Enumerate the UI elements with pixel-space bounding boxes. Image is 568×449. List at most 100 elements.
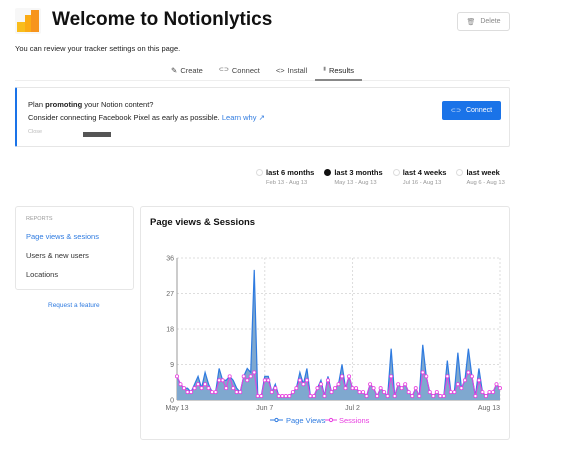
sessions-point	[174, 374, 179, 379]
sessions-point	[476, 378, 481, 383]
x-tick-label: May 13	[166, 405, 189, 412]
sessions-point	[361, 390, 366, 395]
sessions-point	[280, 394, 285, 399]
sessions-point	[497, 386, 502, 391]
sessions-point	[368, 382, 373, 387]
sessions-point	[354, 386, 359, 391]
sessions-point	[269, 390, 274, 395]
sessions-point	[224, 386, 229, 391]
sessions-point	[494, 382, 499, 387]
sessions-point	[290, 390, 295, 395]
sessions-point	[413, 386, 418, 391]
sessions-point	[473, 394, 478, 399]
sessions-point	[213, 390, 218, 395]
sessions-point	[487, 390, 492, 395]
sessions-point	[441, 394, 446, 399]
sessions-point	[417, 394, 422, 399]
x-tick-label: Jun 7	[256, 405, 273, 412]
sessions-point	[462, 378, 467, 383]
sessions-point	[283, 394, 288, 399]
sessions-point	[308, 394, 313, 399]
sessions-point	[297, 378, 302, 383]
sessions-point	[196, 382, 201, 387]
sessions-point	[364, 394, 369, 399]
sessions-point	[273, 386, 278, 391]
sessions-point	[231, 386, 236, 391]
legend-sessions-marker	[328, 417, 334, 423]
sessions-point	[336, 382, 341, 387]
sessions-point	[266, 378, 271, 383]
sessions-point	[252, 370, 257, 375]
sessions-point	[255, 394, 260, 399]
sessions-point	[325, 378, 330, 383]
sessions-point	[347, 374, 352, 379]
sessions-point	[448, 390, 453, 395]
sessions-point	[459, 386, 464, 391]
sessions-point	[469, 374, 474, 379]
sessions-point	[490, 390, 495, 395]
sessions-point	[452, 390, 457, 395]
sessions-point	[403, 382, 408, 387]
sessions-point	[311, 394, 316, 399]
sessions-point	[410, 394, 415, 399]
sessions-point	[241, 374, 246, 379]
sessions-point	[434, 390, 439, 395]
sessions-point	[210, 390, 215, 395]
sessions-point	[420, 370, 425, 375]
sessions-point	[438, 394, 443, 399]
sessions-point	[480, 390, 485, 395]
sessions-point	[375, 394, 380, 399]
sessions-point	[343, 386, 348, 391]
sessions-point	[357, 390, 362, 395]
sessions-point	[206, 386, 211, 391]
sessions-point	[322, 394, 327, 399]
sessions-point	[182, 386, 187, 391]
sessions-point	[406, 390, 411, 395]
sessions-point	[483, 394, 488, 399]
sessions-point	[445, 374, 450, 379]
sessions-point	[185, 390, 190, 395]
legend-sessions: Sessions	[339, 416, 370, 425]
sessions-point	[294, 386, 299, 391]
sessions-point	[248, 374, 253, 379]
sessions-point	[350, 386, 355, 391]
sessions-point	[199, 386, 204, 391]
sessions-point	[385, 394, 390, 399]
sessions-point	[455, 382, 460, 387]
sessions-point	[276, 394, 281, 399]
y-tick-label: 27	[166, 291, 174, 298]
sessions-point	[203, 382, 208, 387]
sessions-point	[332, 386, 337, 391]
sessions-point	[392, 394, 397, 399]
sessions-point	[378, 386, 383, 391]
x-tick-label: Jul 2	[345, 405, 360, 412]
sessions-point	[318, 382, 323, 387]
sessions-point	[262, 378, 267, 383]
sessions-point	[466, 370, 471, 375]
y-tick-label: 9	[170, 362, 174, 369]
sessions-point	[389, 374, 394, 379]
sessions-point	[217, 378, 222, 383]
sessions-point	[371, 386, 376, 391]
sessions-point	[220, 378, 225, 383]
sessions-point	[315, 386, 320, 391]
x-tick-label: Aug 13	[478, 405, 500, 412]
sessions-point	[427, 390, 432, 395]
sessions-point	[329, 390, 334, 395]
sessions-point	[396, 382, 401, 387]
sessions-point	[399, 386, 404, 391]
legend-page-views: Page Views	[286, 416, 326, 425]
chart: 0 9 18 27 36 May 13 Jun 7 Jul 2 Aug 13 Page Views…	[166, 256, 502, 425]
page-views-line	[176, 269, 501, 398]
sessions-point	[304, 378, 309, 383]
sessions-point	[245, 378, 250, 383]
sessions-point	[340, 374, 345, 379]
sessions-point	[301, 382, 306, 387]
y-tick-label: 36	[166, 256, 174, 263]
sessions-point	[382, 390, 387, 395]
sessions-point	[259, 394, 264, 399]
sessions-point	[424, 374, 429, 379]
sessions-point	[227, 374, 232, 379]
sessions-point	[189, 390, 194, 395]
y-tick-label: 0	[170, 398, 174, 405]
